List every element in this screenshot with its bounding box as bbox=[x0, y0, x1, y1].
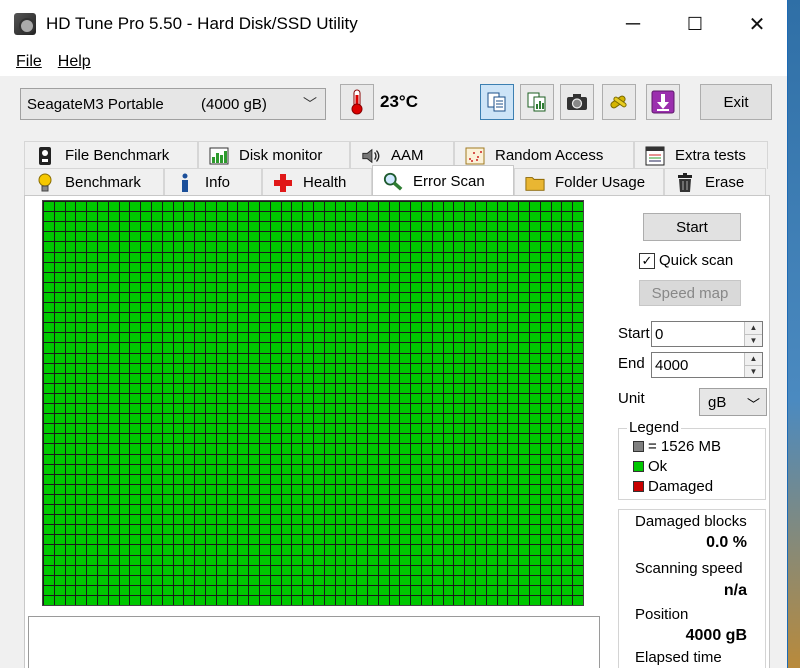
scanning-speed-value: n/a bbox=[723, 582, 747, 599]
file-benchmark-icon bbox=[35, 146, 55, 166]
error-scan-panel: Start ✓ Quick scan Speed map Start 0 ▲ ▼ … bbox=[24, 195, 770, 668]
title-bar: HD Tune Pro 5.50 - Hard Disk/SSD Utility… bbox=[0, 0, 787, 48]
arrow-down-icon bbox=[651, 90, 675, 114]
folder-icon bbox=[525, 173, 545, 193]
red-cross-icon bbox=[273, 173, 293, 193]
drive-selector[interactable]: SeagateM3 Portable (4000 gB) ﹀ bbox=[20, 88, 326, 120]
tab-error-scan[interactable]: Error Scan bbox=[372, 165, 514, 196]
minimize-button[interactable]: ─ bbox=[602, 0, 664, 48]
hdtune-app-icon bbox=[14, 13, 36, 35]
tab-disk-monitor[interactable]: Disk monitor bbox=[198, 141, 350, 169]
gray-swatch bbox=[633, 441, 644, 452]
speed-map-button[interactable]: Speed map bbox=[639, 280, 741, 306]
start-scan-button[interactable]: Start bbox=[643, 213, 741, 241]
scanning-speed-label: Scanning speed bbox=[635, 560, 743, 577]
copy-text-button[interactable] bbox=[480, 84, 514, 120]
unit-select[interactable]: gB ﹀ bbox=[699, 388, 767, 416]
temperature-value: 23°C bbox=[380, 92, 418, 111]
random-access-icon bbox=[465, 146, 485, 166]
tab-info[interactable]: Info bbox=[164, 168, 262, 196]
thermometer-icon bbox=[351, 89, 363, 115]
start-input[interactable]: 0 ▲ ▼ bbox=[651, 321, 763, 347]
tab-file-benchmark[interactable]: File Benchmark bbox=[24, 141, 198, 169]
tab-extra-tests[interactable]: Extra tests bbox=[634, 141, 768, 169]
tab-erase[interactable]: Erase bbox=[664, 168, 766, 196]
stats-group: Damaged blocks 0.0 % Scanning speed n/a … bbox=[618, 509, 766, 668]
speaker-icon bbox=[361, 146, 381, 166]
start-spinner[interactable]: ▲ ▼ bbox=[744, 322, 762, 346]
window-title: HD Tune Pro 5.50 - Hard Disk/SSD Utility bbox=[46, 14, 358, 33]
legend-ok: Ok bbox=[633, 458, 667, 475]
red-swatch bbox=[633, 481, 644, 492]
damaged-blocks-value: 0.0 % bbox=[706, 534, 747, 551]
end-input[interactable]: 4000 ▲ ▼ bbox=[651, 352, 763, 378]
temperature-button[interactable] bbox=[340, 84, 374, 120]
info-icon bbox=[175, 173, 195, 193]
position-label: Position bbox=[635, 606, 689, 623]
close-button[interactable]: ✕ bbox=[726, 0, 787, 48]
options-button[interactable] bbox=[602, 84, 636, 120]
end-label: End bbox=[618, 355, 645, 372]
scan-log-box bbox=[28, 616, 600, 668]
position-value: 4000 gB bbox=[685, 627, 747, 644]
copy-chart-icon bbox=[527, 92, 546, 112]
block-map-svg bbox=[43, 201, 583, 605]
disk-monitor-icon bbox=[209, 146, 229, 166]
magnifier-icon bbox=[383, 171, 403, 191]
damaged-blocks-label: Damaged blocks bbox=[635, 513, 747, 530]
lightbulb-icon bbox=[35, 173, 55, 193]
maximize-button[interactable]: ☐ bbox=[664, 0, 726, 48]
chevron-down-icon: ﹀ bbox=[303, 96, 317, 112]
legend-title: Legend bbox=[627, 419, 682, 436]
tab-health[interactable]: Health bbox=[262, 168, 372, 196]
menu-bar: File Help bbox=[0, 48, 787, 76]
extra-tests-icon bbox=[645, 146, 665, 166]
unit-label: Unit bbox=[618, 390, 645, 407]
end-spinner[interactable]: ▲ ▼ bbox=[744, 353, 762, 377]
drive-capacity: (4000 gB) bbox=[201, 95, 267, 113]
menu-help[interactable]: Help bbox=[50, 53, 99, 71]
copy-document-icon bbox=[487, 92, 506, 112]
tabs-row-2: Benchmark Info Health Error Scan Folder … bbox=[24, 165, 766, 196]
menu-file[interactable]: File bbox=[8, 53, 50, 71]
legend-group: Legend = 1526 MB Ok Damaged bbox=[618, 419, 766, 500]
exit-button[interactable]: Exit bbox=[700, 84, 772, 120]
drive-name: SeagateM3 Portable bbox=[27, 95, 164, 113]
legend-damaged: Damaged bbox=[633, 478, 713, 495]
elapsed-time-label: Elapsed time bbox=[635, 649, 722, 666]
legend-block-size: = 1526 MB bbox=[633, 438, 721, 455]
tools-icon bbox=[610, 95, 627, 109]
trash-icon bbox=[675, 172, 695, 193]
save-screenshot-button[interactable] bbox=[560, 84, 594, 120]
tab-benchmark[interactable]: Benchmark bbox=[24, 168, 164, 196]
start-label: Start bbox=[618, 325, 650, 342]
scan-block-map bbox=[42, 200, 584, 606]
quick-scan-checkbox[interactable]: ✓ bbox=[639, 252, 655, 269]
app-window: HD Tune Pro 5.50 - Hard Disk/SSD Utility… bbox=[0, 0, 788, 668]
download-button[interactable] bbox=[646, 84, 680, 120]
quick-scan-checkbox-row[interactable]: ✓ Quick scan bbox=[639, 252, 733, 269]
camera-icon bbox=[567, 94, 587, 110]
green-swatch bbox=[633, 461, 644, 472]
copy-screenshot-button[interactable] bbox=[520, 84, 554, 120]
quick-scan-label: Quick scan bbox=[659, 252, 734, 269]
chevron-down-icon: ﹀ bbox=[746, 397, 760, 412]
toolbar: SeagateM3 Portable (4000 gB) ﹀ 23°C Exit bbox=[0, 76, 787, 134]
tab-folder-usage[interactable]: Folder Usage bbox=[514, 168, 664, 196]
